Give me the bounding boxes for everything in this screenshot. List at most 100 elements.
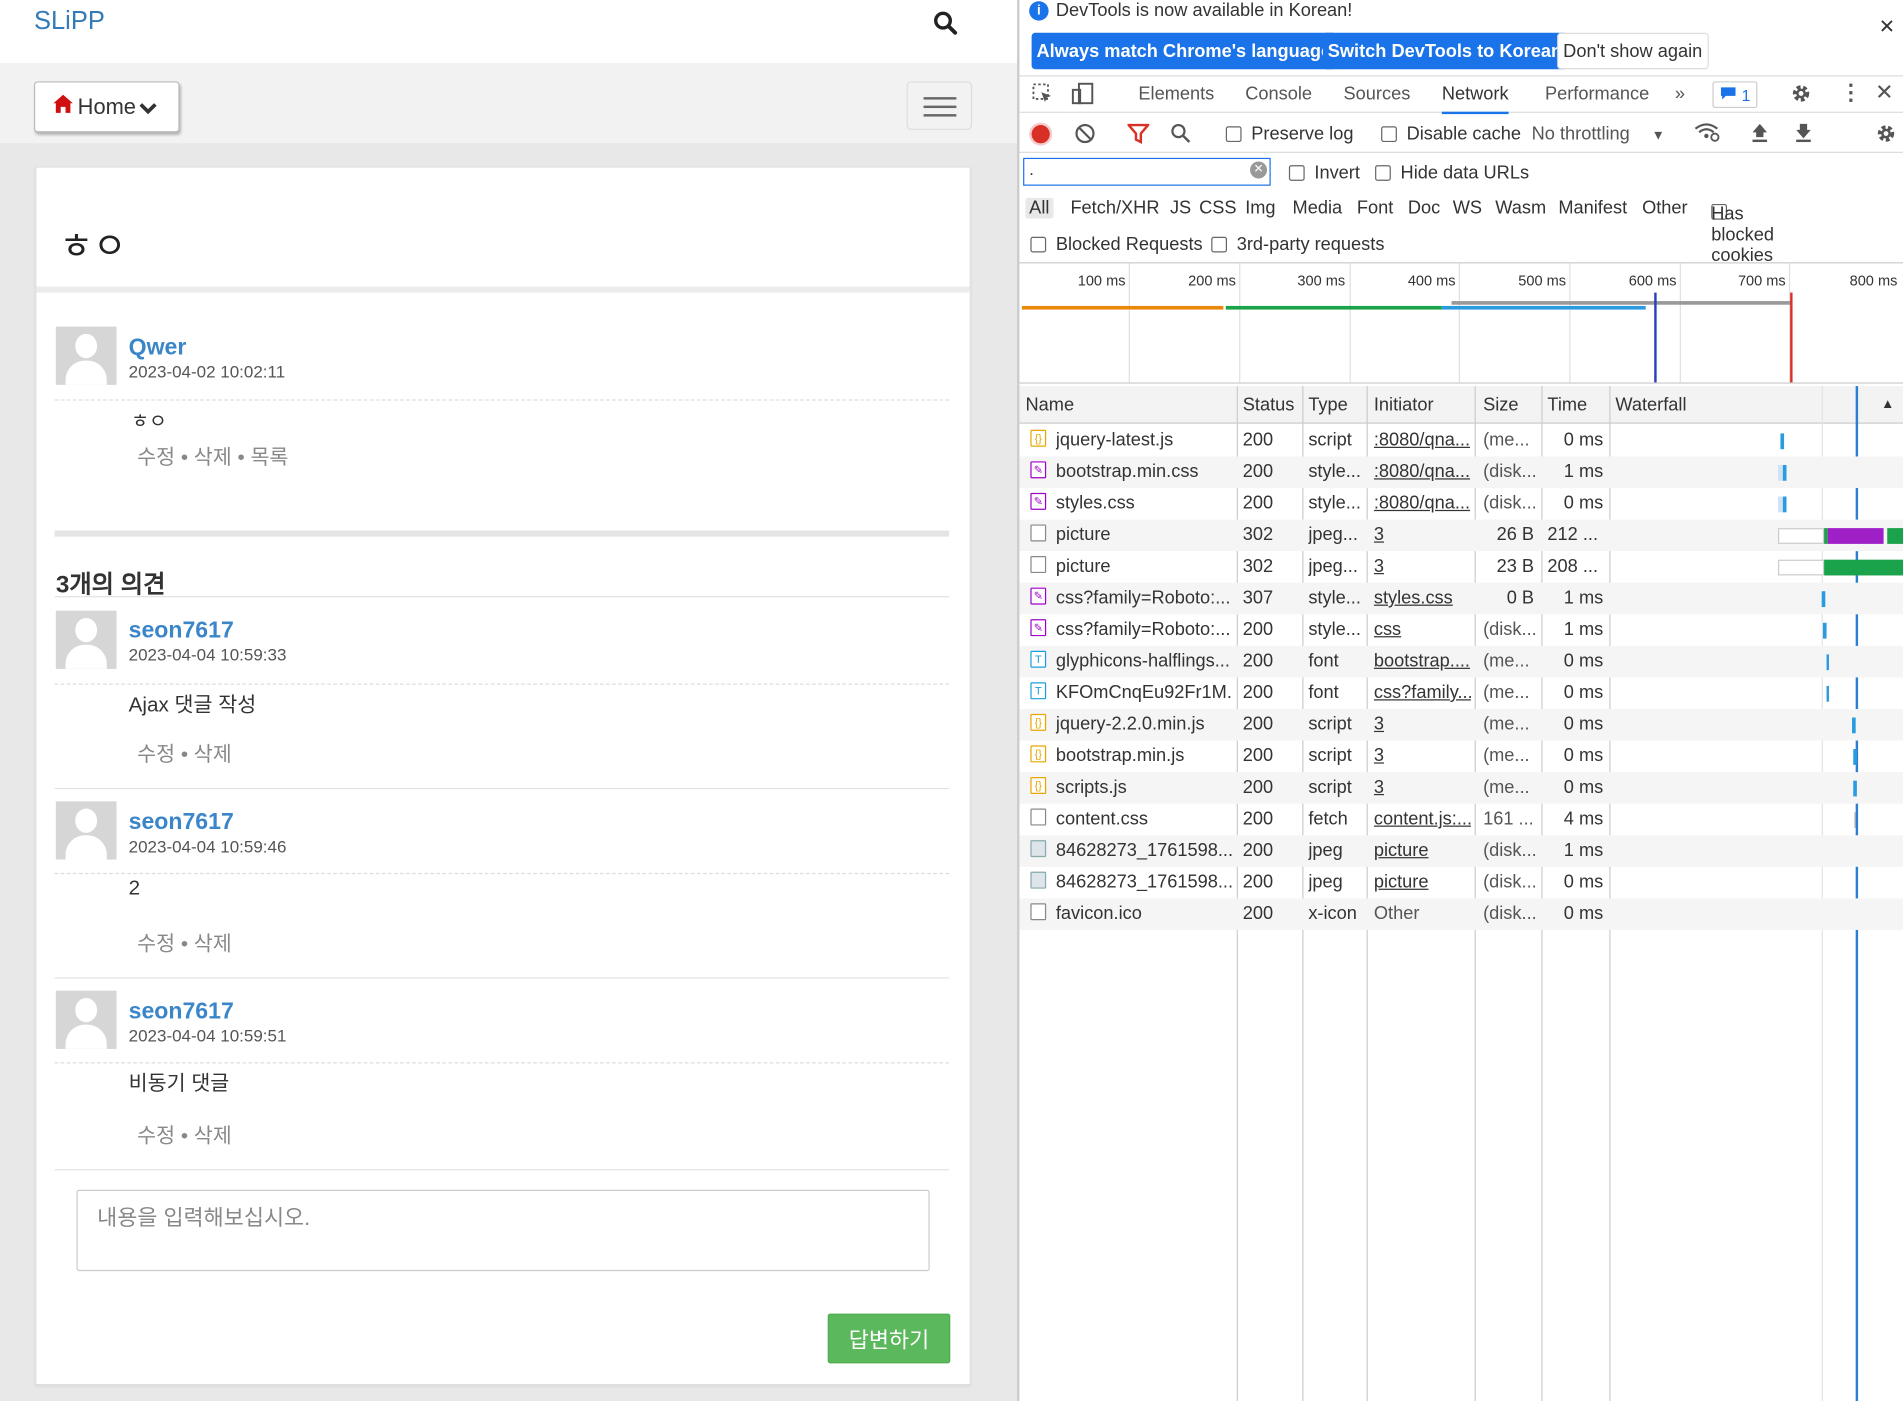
comment-actions[interactable]: 수정 • 삭제 (137, 737, 232, 767)
col-time[interactable]: Time (1547, 395, 1587, 416)
sort-up-icon[interactable]: ▲ (1881, 397, 1894, 412)
table-row[interactable]: 84628273_1761598... 200 jpeg picture (disk..… (1019, 867, 1903, 899)
more-options-icon[interactable]: ⋮ (1840, 80, 1862, 105)
gear-icon[interactable] (1789, 81, 1813, 110)
cell-initiator[interactable]: 3 (1374, 745, 1471, 766)
issues-badge[interactable]: 1 (1712, 81, 1758, 109)
hamburger-menu-button[interactable] (906, 81, 973, 130)
cell-initiator[interactable]: :8080/qna... (1374, 461, 1471, 482)
filter-font[interactable]: Font (1357, 198, 1393, 219)
filter-ws[interactable]: WS (1453, 198, 1482, 219)
filter-wasm[interactable]: Wasm (1495, 198, 1546, 219)
cell-initiator[interactable]: content.js:... (1374, 809, 1471, 830)
table-row[interactable]: content.css 200 fetch content.js:... 161 ...… (1019, 804, 1903, 836)
hide-data-urls-checkbox[interactable]: Hide data URLs (1375, 163, 1529, 183)
table-row[interactable]: ✎ styles.css 200 style...:8080/qna... (disk.… (1019, 488, 1903, 520)
comment-author-link[interactable]: seon7617 (129, 618, 234, 645)
table-row[interactable]: {} jquery-latest.js 200 script:8080/qna... (… (1019, 425, 1903, 457)
tab-console[interactable]: Console (1245, 84, 1312, 105)
search-icon[interactable] (932, 10, 961, 39)
close-devtools-icon[interactable]: ✕ (1875, 80, 1893, 105)
col-size[interactable]: Size (1483, 395, 1518, 416)
disable-cache-checkbox[interactable]: Disable cache (1381, 124, 1521, 144)
cell-initiator[interactable]: bootstrap.... (1374, 651, 1471, 672)
comment-actions[interactable]: 수정 • 삭제 (137, 926, 232, 956)
switch-to-korean-button[interactable]: Switch DevTools to Korean (1322, 32, 1567, 70)
question-author-link[interactable]: Qwer (129, 335, 187, 362)
clear-icon[interactable] (1074, 123, 1096, 150)
comment-author-link[interactable]: seon7617 (129, 810, 234, 837)
table-row[interactable]: ✎ bootstrap.min.css 200 style...:8080/qna..… (1019, 456, 1903, 489)
reply-textarea[interactable] (76, 1189, 930, 1272)
search-icon[interactable] (1170, 123, 1192, 150)
tab-sources[interactable]: Sources (1344, 84, 1411, 105)
cell-initiator[interactable]: Other (1374, 903, 1471, 924)
cell-initiator[interactable]: 3 (1374, 714, 1471, 735)
network-settings-gear-icon[interactable] (1874, 121, 1898, 150)
device-toolbar-icon[interactable] (1070, 81, 1094, 110)
network-overview[interactable]: 100 ms 200 ms 300 ms 400 ms 500 ms 600 m… (1019, 262, 1903, 384)
filter-input[interactable]: . (1023, 157, 1271, 186)
table-row[interactable]: T KFOmCnqEu92Fr1M... 200 font css?family... (… (1019, 677, 1903, 709)
throttling-select[interactable]: No throttling ▼ (1532, 124, 1665, 145)
cell-initiator[interactable]: picture (1374, 840, 1471, 861)
tab-elements[interactable]: Elements (1138, 84, 1214, 105)
filter-other[interactable]: Other (1642, 198, 1688, 219)
third-party-requests-checkbox[interactable]: 3rd-party requests (1211, 234, 1384, 255)
filter-icon[interactable] (1126, 123, 1151, 150)
preserve-log-checkbox[interactable]: Preserve log (1225, 124, 1353, 144)
import-har-icon[interactable] (1750, 121, 1769, 148)
col-status[interactable]: Status (1243, 395, 1295, 416)
filter-manifest[interactable]: Manifest (1558, 198, 1627, 219)
more-tabs-icon[interactable]: » (1675, 84, 1685, 105)
filter-js[interactable]: JS (1170, 198, 1191, 219)
table-row[interactable]: {} bootstrap.min.js 200 script 3 (me... 0 ms (1019, 741, 1903, 773)
col-initiator[interactable]: Initiator (1374, 395, 1434, 416)
dont-show-again-button[interactable]: Don't show again (1557, 32, 1709, 70)
filter-all[interactable]: All (1025, 197, 1054, 219)
col-waterfall[interactable]: Waterfall (1615, 395, 1686, 416)
tab-performance[interactable]: Performance (1545, 84, 1649, 105)
col-type[interactable]: Type (1308, 395, 1347, 416)
cell-initiator[interactable]: 3 (1374, 524, 1471, 545)
submit-answer-button[interactable]: 답변하기 (827, 1313, 951, 1364)
export-har-icon[interactable] (1794, 121, 1813, 148)
table-row[interactable]: picture 302 jpeg... 3 26 B 212 ... (1019, 519, 1903, 552)
table-row[interactable]: {} jquery-2.2.0.min.js 200 script 3 (me... 0 m… (1019, 708, 1903, 741)
filter-media[interactable]: Media (1293, 198, 1343, 219)
table-row[interactable]: Tglyphicons-halflings... 200 font bootstrap… (1019, 645, 1903, 678)
comment-author-link[interactable]: seon7617 (129, 999, 234, 1026)
cell-initiator[interactable]: picture (1374, 872, 1471, 893)
cell-initiator[interactable]: :8080/qna... (1374, 493, 1471, 514)
comment-actions[interactable]: 수정 • 삭제 (137, 1118, 232, 1148)
cell-initiator[interactable]: css?family... (1374, 682, 1471, 703)
filter-img[interactable]: Img (1245, 198, 1275, 219)
table-row[interactable]: {} scripts.js 200 script 3 (me... 0 ms (1019, 772, 1903, 804)
record-icon[interactable] (1031, 125, 1050, 144)
cell-initiator[interactable]: :8080/qna... (1374, 430, 1471, 451)
filter-fetch-xhr[interactable]: Fetch/XHR (1070, 198, 1159, 219)
table-row[interactable]: 84628273_1761598... 200 jpeg picture (disk..… (1019, 835, 1903, 867)
brand-logo[interactable]: SLiPP (34, 7, 105, 36)
tab-network[interactable]: Network (1441, 84, 1509, 115)
home-dropdown-button[interactable]: Home (33, 81, 180, 133)
network-conditions-icon[interactable] (1694, 121, 1721, 148)
table-row[interactable]: ✎ css?family=Roboto:... 200 style... css (dis… (1019, 614, 1903, 646)
cell-initiator[interactable]: 3 (1374, 777, 1471, 798)
always-match-language-button[interactable]: Always match Chrome's language (1031, 32, 1337, 70)
blocked-requests-checkbox[interactable]: Blocked Requests (1030, 234, 1203, 255)
col-name[interactable]: Name (1026, 395, 1075, 416)
filter-css[interactable]: CSS (1199, 198, 1236, 219)
cell-initiator[interactable]: 3 (1374, 556, 1471, 577)
table-row[interactable]: picture 302 jpeg... 3 23 B 208 ... (1019, 551, 1903, 583)
table-row[interactable]: ✎ css?family=Roboto:... 307 style... styles.… (1019, 582, 1903, 615)
table-row[interactable]: favicon.ico 200 x-icon Other (disk... 0 ms (1019, 898, 1903, 930)
invert-checkbox[interactable]: Invert (1288, 163, 1360, 183)
filter-doc[interactable]: Doc (1408, 198, 1440, 219)
cell-initiator[interactable]: css (1374, 619, 1471, 640)
inspect-element-icon[interactable] (1032, 83, 1054, 110)
cell-initiator[interactable]: styles.css (1374, 588, 1471, 609)
close-icon[interactable]: ✕ (1879, 15, 1895, 39)
clear-filter-icon[interactable]: ✕ (1250, 161, 1268, 179)
question-actions[interactable]: 수정 • 삭제 • 목록 (137, 439, 288, 469)
